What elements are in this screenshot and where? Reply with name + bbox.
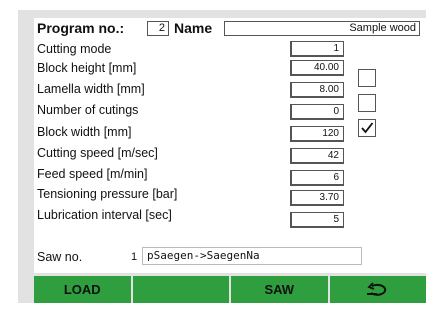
program-name-field[interactable]: Sample wood bbox=[224, 21, 420, 36]
back-button[interactable] bbox=[329, 276, 426, 303]
softkey-bar: LOAD SAW bbox=[34, 276, 426, 303]
param-label-number-of-cutings: Number of cutings bbox=[37, 103, 139, 117]
hmi-frame: Program no.: 2 Name Sample wood Cutting … bbox=[18, 10, 426, 303]
saw-number-value: 1 bbox=[131, 251, 138, 263]
param-label-lubrication-interval: Lubrication interval [sec] bbox=[37, 208, 172, 222]
lamella-width-checkbox[interactable] bbox=[358, 94, 376, 112]
saw-number-label: Saw no. bbox=[37, 250, 83, 264]
program-number-field[interactable]: 2 bbox=[147, 21, 169, 36]
param-value-number-of-cutings[interactable]: 0 bbox=[290, 104, 344, 120]
param-label-block-width: Block width [mm] bbox=[37, 125, 132, 139]
param-value-block-width[interactable]: 120 bbox=[290, 126, 344, 142]
param-label-cutting-mode: Cutting mode bbox=[37, 42, 112, 56]
param-label-block-height: Block height [mm] bbox=[37, 61, 137, 75]
program-panel: Program no.: 2 Name Sample wood Cutting … bbox=[34, 18, 426, 273]
number-of-cutings-checkbox[interactable] bbox=[358, 119, 376, 137]
param-label-tensioning-pressure: Tensioning pressure [bar] bbox=[37, 187, 178, 201]
param-label-cutting-speed: Cutting speed [m/sec] bbox=[37, 146, 158, 160]
param-value-cutting-speed[interactable]: 42 bbox=[290, 148, 344, 164]
saw-button[interactable]: SAW bbox=[231, 276, 328, 303]
block-height-checkbox[interactable] bbox=[358, 69, 376, 87]
param-value-block-height[interactable]: 40.00 bbox=[290, 60, 344, 76]
saw-name-field[interactable]: pSaegen->SaegenNa bbox=[142, 247, 362, 265]
param-value-lubrication-interval[interactable]: 5 bbox=[290, 212, 344, 228]
empty-softkey[interactable] bbox=[132, 276, 229, 303]
param-value-cutting-mode[interactable]: 1 bbox=[290, 41, 344, 57]
program-number-label: Program no.: bbox=[37, 20, 125, 36]
return-arrow-icon bbox=[366, 281, 386, 296]
param-value-tensioning-pressure[interactable]: 3.70 bbox=[290, 190, 344, 206]
param-value-feed-speed[interactable]: 6 bbox=[290, 170, 344, 186]
load-button[interactable]: LOAD bbox=[34, 276, 131, 303]
param-label-lamella-width: Lamella width [mm] bbox=[37, 82, 145, 96]
param-label-feed-speed: Feed speed [m/min] bbox=[37, 167, 148, 181]
checkmark-icon bbox=[361, 122, 374, 134]
name-label: Name bbox=[174, 20, 213, 36]
param-value-lamella-width[interactable]: 8.00 bbox=[290, 82, 344, 98]
